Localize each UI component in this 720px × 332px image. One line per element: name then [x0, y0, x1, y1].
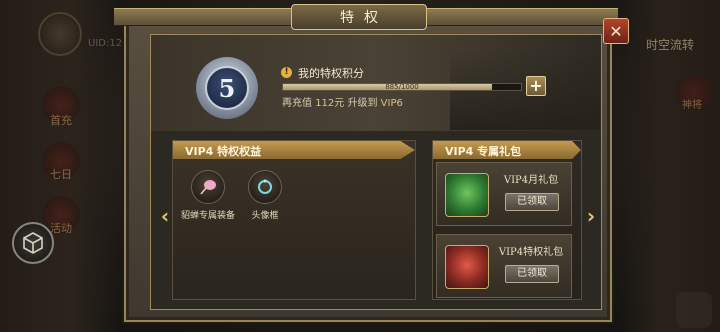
upgrade-text: 升级到 — [347, 98, 378, 109]
claimed-button[interactable]: 已领取 — [505, 265, 559, 283]
gift-card-privilege: VIP4特权礼包 已领取 — [436, 234, 572, 298]
recharge-prefix: 再充值 — [282, 98, 312, 109]
frame-icon — [248, 170, 282, 204]
claimed-button[interactable]: 已领取 — [505, 193, 559, 211]
vip-badge-core: 5 — [205, 66, 249, 110]
right-menu-label: 时空流转 — [646, 38, 695, 52]
dialog-title-plate: 特权 — [291, 4, 427, 30]
chevron-left-icon: ‹ — [160, 204, 170, 228]
side-label-first-charge: 首充 — [50, 114, 72, 127]
green-chest-icon — [445, 173, 489, 217]
vip-level-badge: 5 — [196, 57, 258, 119]
side-label-seven-day: 七日 — [50, 168, 72, 181]
benefit-item-avatar-frame[interactable]: 头像框 — [235, 170, 295, 221]
points-progress-bar: 885/1000 — [282, 83, 522, 91]
benefits-panel-title: VIP4 特权权益 — [185, 145, 262, 158]
vip-level-number: 5 — [218, 73, 236, 103]
close-button[interactable]: ✕ — [603, 18, 629, 44]
red-chest-icon — [445, 245, 489, 289]
upgrade-hint: 再充值 112元 升级到 VIP6 — [282, 94, 403, 109]
benefit-item-exclusive-gear[interactable]: 貂蝉专属装备 — [178, 170, 238, 221]
benefit-label: 头像框 — [251, 211, 279, 221]
side-label-activity: 活动 — [50, 222, 72, 235]
chevron-right-icon: › — [586, 204, 596, 228]
gifts-panel-header: VIP4 专属礼包 — [433, 141, 581, 159]
next-page-arrow[interactable]: › — [584, 204, 598, 228]
gift-card-monthly: VIP4月礼包 已领取 — [436, 162, 572, 226]
right-menu-icon-label: 神将 — [682, 100, 702, 111]
fan-icon — [191, 170, 225, 204]
points-title: 我的特权积分 — [298, 67, 364, 80]
gift-name: VIP4特权礼包 — [498, 247, 564, 258]
floating-menu-button[interactable] — [12, 222, 54, 264]
next-vip-level: VIP6 — [380, 98, 403, 109]
dialog-title: 特权 — [340, 10, 388, 26]
prev-page-arrow[interactable]: ‹ — [158, 204, 172, 228]
gifts-panel-title: VIP4 专属礼包 — [445, 145, 522, 158]
close-icon: ✕ — [609, 21, 623, 41]
exclamation-icon[interactable]: ! — [281, 67, 292, 78]
player-avatar — [38, 12, 82, 56]
benefit-label: 貂蝉专属装备 — [180, 211, 235, 221]
cube-icon — [23, 232, 43, 254]
recharge-plus-button[interactable]: + — [526, 76, 546, 96]
gift-name: VIP4月礼包 — [503, 175, 559, 186]
points-progress-text: 885/1000 — [385, 83, 419, 91]
bottom-right-icon — [676, 292, 712, 328]
recharge-amount: 112元 — [315, 98, 345, 109]
benefits-panel-header: VIP4 特权权益 — [173, 141, 415, 159]
